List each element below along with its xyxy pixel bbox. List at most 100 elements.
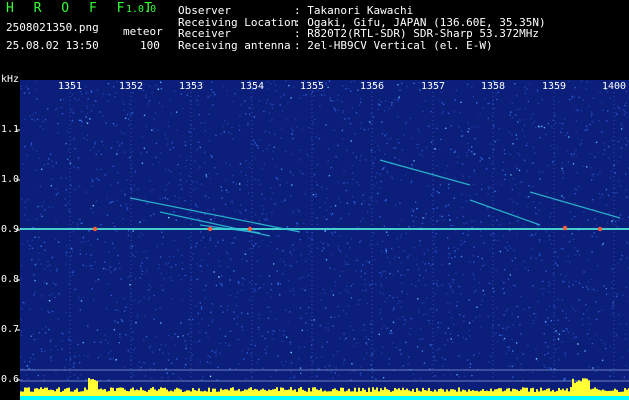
noise-dot (398, 300, 400, 302)
noise-dot (420, 377, 422, 380)
noise-dot (568, 99, 571, 101)
noise-dot (205, 284, 207, 287)
level-bar (602, 389, 604, 396)
noise-dot (272, 103, 274, 106)
noise-dot (112, 201, 114, 203)
noise-dot (230, 132, 233, 135)
noise-dot (94, 140, 96, 143)
noise-dot (145, 125, 147, 128)
noise-dot (225, 178, 227, 181)
y-tick-label: 0.8 (1, 274, 20, 285)
noise-dot (61, 112, 64, 115)
level-bar (336, 389, 338, 396)
noise-dot (595, 334, 598, 336)
level-bar (250, 387, 252, 396)
noise-dot (514, 284, 516, 287)
noise-dot (595, 301, 597, 303)
noise-dot (37, 118, 39, 120)
noise-dot (509, 274, 511, 276)
noise-dot (605, 188, 608, 191)
noise-dot (456, 217, 458, 219)
noise-dot (568, 80, 570, 83)
noise-dot (262, 208, 265, 211)
noise-dot (406, 293, 409, 295)
noise-dot (210, 221, 212, 223)
noise-dot (409, 253, 411, 256)
noise-dot (574, 202, 577, 204)
noise-dot (367, 338, 370, 341)
noise-dot (313, 173, 316, 176)
noise-dot (236, 292, 239, 294)
noise-dot (400, 179, 402, 181)
noise-dot (256, 260, 258, 262)
noise-dot (382, 270, 384, 273)
level-bar (322, 391, 324, 396)
noise-dot (150, 286, 152, 288)
noise-dot (240, 204, 242, 206)
noise-dot (270, 103, 273, 106)
noise-dot (117, 172, 119, 174)
level-bar (346, 390, 348, 396)
noise-dot (359, 159, 361, 162)
noise-dot (96, 168, 98, 171)
noise-dot (516, 233, 518, 235)
noise-dot (419, 240, 421, 242)
noise-dot (597, 151, 600, 153)
noise-dot (587, 259, 589, 262)
noise-dot (85, 191, 87, 193)
noise-dot (524, 92, 527, 95)
noise-dot (481, 299, 483, 302)
noise-dot (92, 211, 95, 214)
noise-dot (23, 303, 25, 305)
noise-dot (339, 201, 342, 204)
noise-dot (462, 232, 464, 235)
level-bar (432, 391, 434, 396)
level-bar (380, 388, 382, 396)
level-bar (160, 387, 162, 396)
noise-dot (542, 280, 544, 283)
noise-dot (561, 167, 563, 170)
noise-dot (415, 201, 417, 203)
noise-dot (612, 305, 614, 307)
noise-dot (72, 138, 75, 140)
noise-dot (59, 99, 62, 101)
noise-dot (204, 151, 206, 154)
noise-dot (307, 253, 310, 256)
noise-dot (29, 308, 31, 310)
noise-dot (433, 356, 435, 358)
noise-dot (504, 153, 506, 155)
noise-dot (211, 321, 213, 323)
noise-dot (503, 292, 505, 294)
noise-dot (558, 333, 561, 335)
noise-dot (308, 237, 310, 239)
noise-dot (369, 121, 371, 123)
noise-dot (57, 349, 59, 351)
noise-dot (311, 138, 313, 140)
noise-dot (33, 338, 36, 341)
noise-dot (239, 210, 241, 213)
noise-dot (474, 289, 477, 292)
noise-dot (117, 254, 119, 257)
noise-dot (271, 212, 273, 214)
noise-dot (204, 130, 206, 132)
level-bar (390, 391, 392, 396)
noise-dot (249, 281, 251, 283)
noise-dot (270, 311, 272, 313)
noise-dot (531, 234, 533, 236)
level-bar (476, 390, 478, 396)
noise-dot (611, 140, 614, 142)
noise-dot (547, 317, 549, 319)
noise-dot (273, 146, 275, 148)
noise-dot (248, 240, 251, 242)
level-bar (526, 387, 528, 396)
noise-dot (168, 125, 170, 128)
level-bar (198, 388, 200, 396)
level-bar (228, 390, 230, 396)
noise-dot (472, 183, 475, 185)
noise-dot (592, 367, 594, 369)
noise-dot (215, 284, 218, 287)
noise-dot (155, 84, 157, 87)
noise-dot (381, 285, 383, 287)
noise-dot (561, 299, 564, 301)
noise-dot (168, 256, 171, 258)
